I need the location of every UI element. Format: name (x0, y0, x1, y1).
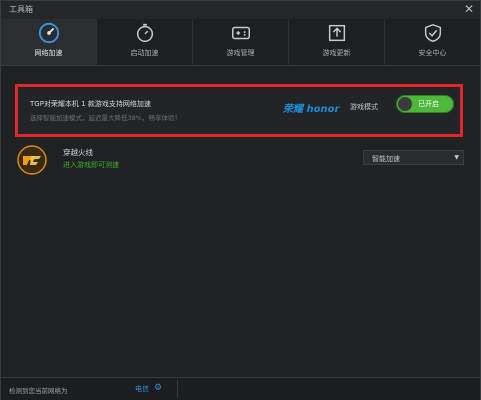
tab-label: 游戏管理 (226, 49, 255, 57)
game-list-item: 穿越火线 进入游戏即可测速 智能加速 ▼ (15, 143, 465, 179)
acceleration-mode-select[interactable]: 智能加速 ▼ (363, 150, 464, 165)
network-status-text: 检测到您当前网络为 (9, 387, 68, 395)
status-bar: 检测到您当前网络为 电信 ⚙ (1, 377, 480, 400)
game-name: 穿越火线 (63, 148, 93, 157)
tab-bar: 网络加速 启动加速 游戏管理 游戏更新 安全中心 (1, 19, 480, 66)
tab-game-update[interactable]: 游戏更新 (289, 19, 385, 65)
tab-security-center[interactable]: 安全中心 (385, 19, 480, 65)
promo-subtitle: 选择智能加速模式，延迟最大降低38%，畅享体验！ (30, 114, 181, 122)
main-panel: TGP对荣耀本机 1 款游戏支持网络加速 选择智能加速模式，延迟最大降低38%，… (1, 66, 480, 376)
game-status: 进入游戏即可测速 (63, 161, 119, 169)
toolbox-window: 工具箱 ✕ 网络加速 启动加速 游戏管理 游戏更新 安全中心 TGP对荣耀本机 … (0, 0, 481, 400)
stopwatch-icon (136, 23, 153, 42)
close-icon[interactable]: ✕ (464, 2, 474, 16)
network-provider-link[interactable]: 电信 (135, 384, 149, 394)
tab-startup-acceleration[interactable]: 启动加速 (97, 19, 193, 65)
toggle-knob (398, 97, 412, 111)
upload-icon (328, 24, 345, 42)
window-title: 工具箱 (9, 5, 33, 14)
tab-label: 安全中心 (418, 49, 447, 57)
tab-game-management[interactable]: 游戏管理 (193, 19, 289, 65)
tab-label: 启动加速 (130, 49, 159, 57)
speedometer-icon (38, 22, 59, 44)
game-mode-label: 游戏模式 (350, 103, 378, 111)
promo-title: TGP对荣耀本机 1 款游戏支持网络加速 (30, 100, 151, 108)
footer-divider (177, 380, 178, 398)
toggle-label: 已开启 (418, 100, 439, 108)
chevron-down-icon: ▼ (454, 154, 459, 161)
gear-icon[interactable]: ⚙ (154, 383, 162, 393)
select-value: 智能加速 (372, 155, 400, 163)
honor-logo: 荣耀 honor (283, 104, 340, 115)
tab-network-acceleration[interactable]: 网络加速 (1, 19, 97, 65)
honor-promo-banner: TGP对荣耀本机 1 款游戏支持网络加速 选择智能加速模式，延迟最大降低38%，… (15, 84, 463, 137)
crossfire-icon (17, 145, 47, 175)
title-bar: 工具箱 ✕ (1, 1, 480, 19)
tab-label: 网络加速 (34, 49, 63, 57)
gamepad-icon (231, 26, 250, 40)
shield-icon (424, 23, 441, 43)
tab-label: 游戏更新 (322, 49, 351, 57)
game-mode-toggle[interactable]: 已开启 (396, 95, 454, 113)
